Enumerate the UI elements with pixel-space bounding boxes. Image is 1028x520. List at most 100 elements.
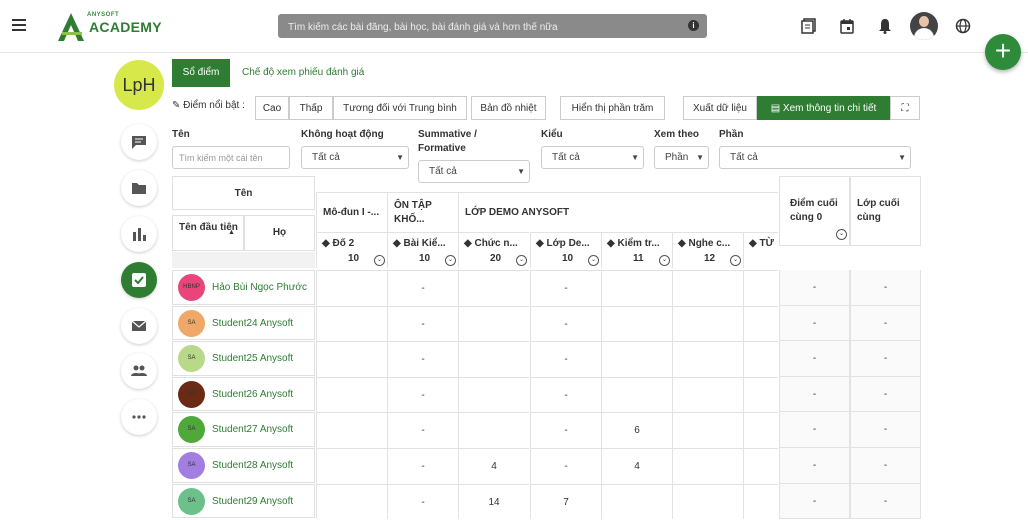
grade-cell[interactable] xyxy=(743,448,778,484)
library-icon[interactable] xyxy=(801,18,817,34)
grade-cell[interactable]: 7 xyxy=(530,483,601,520)
bell-icon[interactable] xyxy=(877,18,893,34)
student-row[interactable]: HBNP Hảo Bùi Ngọc Phước xyxy=(172,270,315,305)
grade-cell[interactable] xyxy=(458,376,529,413)
info-icon[interactable]: i xyxy=(688,20,699,31)
grade-cell[interactable]: - xyxy=(387,448,458,484)
grade-cell[interactable] xyxy=(672,376,743,413)
course-avatar[interactable]: LpH xyxy=(114,60,164,110)
column-menu-icon[interactable]: ⌄ xyxy=(516,255,527,266)
sidebar-more[interactable] xyxy=(121,399,157,435)
grade-cell[interactable] xyxy=(458,305,529,342)
grade-cell[interactable] xyxy=(743,483,778,520)
name-search-input[interactable] xyxy=(172,146,290,169)
grade-cell[interactable]: - xyxy=(387,376,458,413)
student-name[interactable]: Student24 Anysoft xyxy=(212,318,293,329)
student-row[interactable]: SA Student25 Anysoft xyxy=(172,341,315,376)
grade-cell[interactable] xyxy=(672,448,743,484)
student-row[interactable]: SA Student29 Anysoft xyxy=(172,483,315,519)
highlight-low-button[interactable]: Thấp xyxy=(289,96,333,120)
column-menu-icon[interactable]: ⌄ xyxy=(445,255,456,266)
assignment-column-header[interactable]: ◆ Nghe c... 12 ⌄ xyxy=(672,232,743,268)
grade-cell[interactable] xyxy=(316,270,387,306)
globe-icon[interactable] xyxy=(955,18,971,34)
grade-cell[interactable]: - xyxy=(530,341,601,377)
logo[interactable]: ANYSOFT ACADEMY xyxy=(56,11,162,43)
grade-cell[interactable]: - xyxy=(387,341,458,377)
grade-cell[interactable] xyxy=(316,448,387,484)
export-button[interactable]: Xuất dữ liệu xyxy=(683,96,757,120)
grade-cell[interactable] xyxy=(601,270,672,306)
student-name[interactable]: Student28 Anysoft xyxy=(212,460,293,471)
assignment-column-header[interactable]: ◆ Chức n... 20 ⌄ xyxy=(458,232,529,268)
user-avatar[interactable] xyxy=(910,12,938,40)
highlight-high-button[interactable]: Cao xyxy=(255,96,289,120)
grade-cell[interactable] xyxy=(601,341,672,377)
viewby-select[interactable]: Phần ▼ xyxy=(654,146,709,169)
tab-gradebook[interactable]: Sổ điểm xyxy=(172,59,230,87)
assignment-column-header[interactable]: ◆ TỪ xyxy=(743,232,778,268)
column-menu-icon[interactable]: ⌄ xyxy=(588,255,599,266)
sidebar-materials[interactable] xyxy=(121,170,157,206)
grade-cell[interactable]: 14 xyxy=(458,483,529,520)
sidebar-messages[interactable] xyxy=(121,308,157,344)
grade-cell[interactable] xyxy=(672,341,743,377)
grade-cell[interactable] xyxy=(458,341,529,377)
student-name[interactable]: Hảo Bùi Ngọc Phước xyxy=(212,282,307,293)
column-menu-icon[interactable]: ⌄ xyxy=(374,255,385,266)
grade-cell[interactable]: 4 xyxy=(601,448,672,484)
student-name[interactable]: Student25 Anysoft xyxy=(212,353,293,364)
type-select[interactable]: Tất cả ▼ xyxy=(541,146,644,169)
grade-cell[interactable]: - xyxy=(530,412,601,448)
calendar-icon[interactable] xyxy=(839,18,855,34)
grade-cell[interactable] xyxy=(743,305,778,342)
student-name[interactable]: Student29 Anysoft xyxy=(212,496,293,507)
student-row[interactable]: SA Student26 Anysoft xyxy=(172,376,315,412)
grade-cell[interactable] xyxy=(672,270,743,306)
detail-view-button[interactable]: ▤ Xem thông tin chi tiết xyxy=(757,96,890,120)
section-select[interactable]: Tất cả ▼ xyxy=(719,146,911,169)
grade-cell[interactable] xyxy=(743,412,778,448)
grade-cell[interactable] xyxy=(601,483,672,520)
grade-cell[interactable]: - xyxy=(387,412,458,448)
student-row[interactable]: SA Student27 Anysoft xyxy=(172,412,315,447)
grade-cell[interactable]: - xyxy=(387,483,458,520)
grade-cell[interactable] xyxy=(672,483,743,520)
grade-cell[interactable]: - xyxy=(530,376,601,413)
lastname-column-header[interactable]: Họ xyxy=(244,215,315,251)
assignment-column-header[interactable]: ◆ Kiểm tr... 11 ⌄ xyxy=(601,232,672,268)
assignment-column-header[interactable]: ◆ Đố 2 10 ⌄ xyxy=(316,232,387,268)
grade-cell[interactable] xyxy=(316,376,387,413)
add-button[interactable]: + xyxy=(985,34,1021,70)
grade-cell[interactable]: - xyxy=(530,305,601,342)
grade-cell[interactable]: - xyxy=(530,448,601,484)
summative-select[interactable]: Tất cả ▼ xyxy=(418,160,530,183)
student-row[interactable]: SA Student28 Anysoft xyxy=(172,448,315,483)
grade-cell[interactable]: 4 xyxy=(458,448,529,484)
student-name[interactable]: Student26 Anysoft xyxy=(212,389,293,400)
grade-cell[interactable] xyxy=(316,341,387,377)
grade-cell[interactable] xyxy=(672,305,743,342)
column-menu-icon[interactable]: ⌄ xyxy=(836,229,847,240)
grade-cell[interactable] xyxy=(316,483,387,520)
sidebar-members[interactable] xyxy=(121,353,157,389)
heatmap-button[interactable]: Bản đồ nhiệt xyxy=(471,96,546,120)
grade-cell[interactable]: - xyxy=(387,270,458,306)
sort-asc-icon[interactable]: ▲ xyxy=(228,229,235,236)
sidebar-stream[interactable] xyxy=(121,124,157,160)
grade-cell[interactable] xyxy=(458,412,529,448)
grade-cell[interactable]: - xyxy=(530,270,601,306)
grade-cell[interactable]: 6 xyxy=(601,412,672,448)
grade-cell[interactable]: - xyxy=(387,305,458,342)
grade-cell[interactable] xyxy=(743,376,778,413)
grade-cell[interactable] xyxy=(743,341,778,377)
menu-icon[interactable] xyxy=(12,19,26,21)
highlight-relative-button[interactable]: Tương đối với Trung bình xyxy=(333,96,467,120)
inactive-select[interactable]: Tất cả ▼ xyxy=(301,146,409,169)
grade-cell[interactable] xyxy=(316,305,387,342)
assignment-column-header[interactable]: ◆ Bài Kiể... 10 ⌄ xyxy=(387,232,458,268)
grade-cell[interactable] xyxy=(601,376,672,413)
column-menu-icon[interactable]: ⌄ xyxy=(659,255,670,266)
grade-cell[interactable] xyxy=(316,412,387,448)
tab-rubric-view[interactable]: Chế độ xem phiếu đánh giá xyxy=(242,59,364,87)
